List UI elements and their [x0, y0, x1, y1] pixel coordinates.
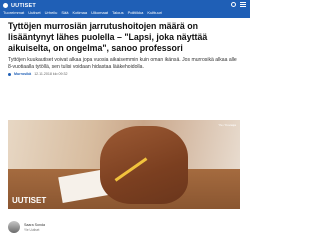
nav-item-ulkomaat[interactable]: Ulkomaat: [91, 10, 108, 15]
top-navigation-bar: UUTISET Tuoreimmat Uutiset Urheilu Sää K…: [0, 0, 250, 18]
author-avatar: [8, 221, 20, 233]
nav-item-kotimaa[interactable]: Kotimaa: [72, 10, 87, 15]
article-headline: Tyttöjen murrosiän jarrutushoitojen määr…: [8, 21, 208, 53]
logo[interactable]: UUTISET: [3, 2, 36, 9]
photo-brand-watermark: UUTISET: [12, 196, 47, 205]
article-meta: Murrosikä 12.11.2018 klo 09:32: [8, 72, 242, 76]
author-info: Saara Sonda Yle Uutiset: [24, 223, 45, 232]
yle-logo-icon: [3, 3, 8, 8]
photo-credit: Yle / Kuvaaja: [218, 123, 236, 127]
article-timestamp: 12.11.2018 klo 09:32: [34, 72, 68, 76]
nav-item-politiikka[interactable]: Politiikka: [128, 10, 144, 15]
article-lead: Tyttöjen kuukautiset voivat alkaa jopa v…: [8, 57, 237, 70]
logo-text: UUTISET: [11, 2, 36, 9]
article: Tyttöjen murrosiän jarrutushoitojen määr…: [8, 21, 242, 76]
article-photo: Yle / Kuvaaja UUTISET: [8, 120, 240, 209]
author-role: Yle Uutiset: [24, 227, 40, 232]
author-name: Saara Sonda: [24, 222, 45, 227]
article-category[interactable]: Murrosikä: [14, 72, 31, 76]
section-navigation: Tuoreimmat Uutiset Urheilu Sää Kotimaa U…: [3, 10, 162, 15]
nav-item-talous[interactable]: Talous: [112, 10, 124, 15]
author-byline[interactable]: Saara Sonda Yle Uutiset: [8, 221, 45, 233]
category-icon: [8, 72, 11, 76]
header-actions: [231, 2, 246, 7]
photo-girl-hair: [100, 126, 188, 204]
nav-item-kulttuuri[interactable]: Kulttuuri: [147, 10, 162, 15]
nav-item-tuoreimmat[interactable]: Tuoreimmat: [3, 10, 24, 15]
menu-icon[interactable]: [240, 2, 246, 7]
nav-item-uutiset[interactable]: Uutiset: [28, 10, 40, 15]
nav-item-saa[interactable]: Sää: [61, 10, 68, 15]
nav-item-urheilu[interactable]: Urheilu: [45, 10, 58, 15]
search-icon[interactable]: [231, 2, 236, 7]
